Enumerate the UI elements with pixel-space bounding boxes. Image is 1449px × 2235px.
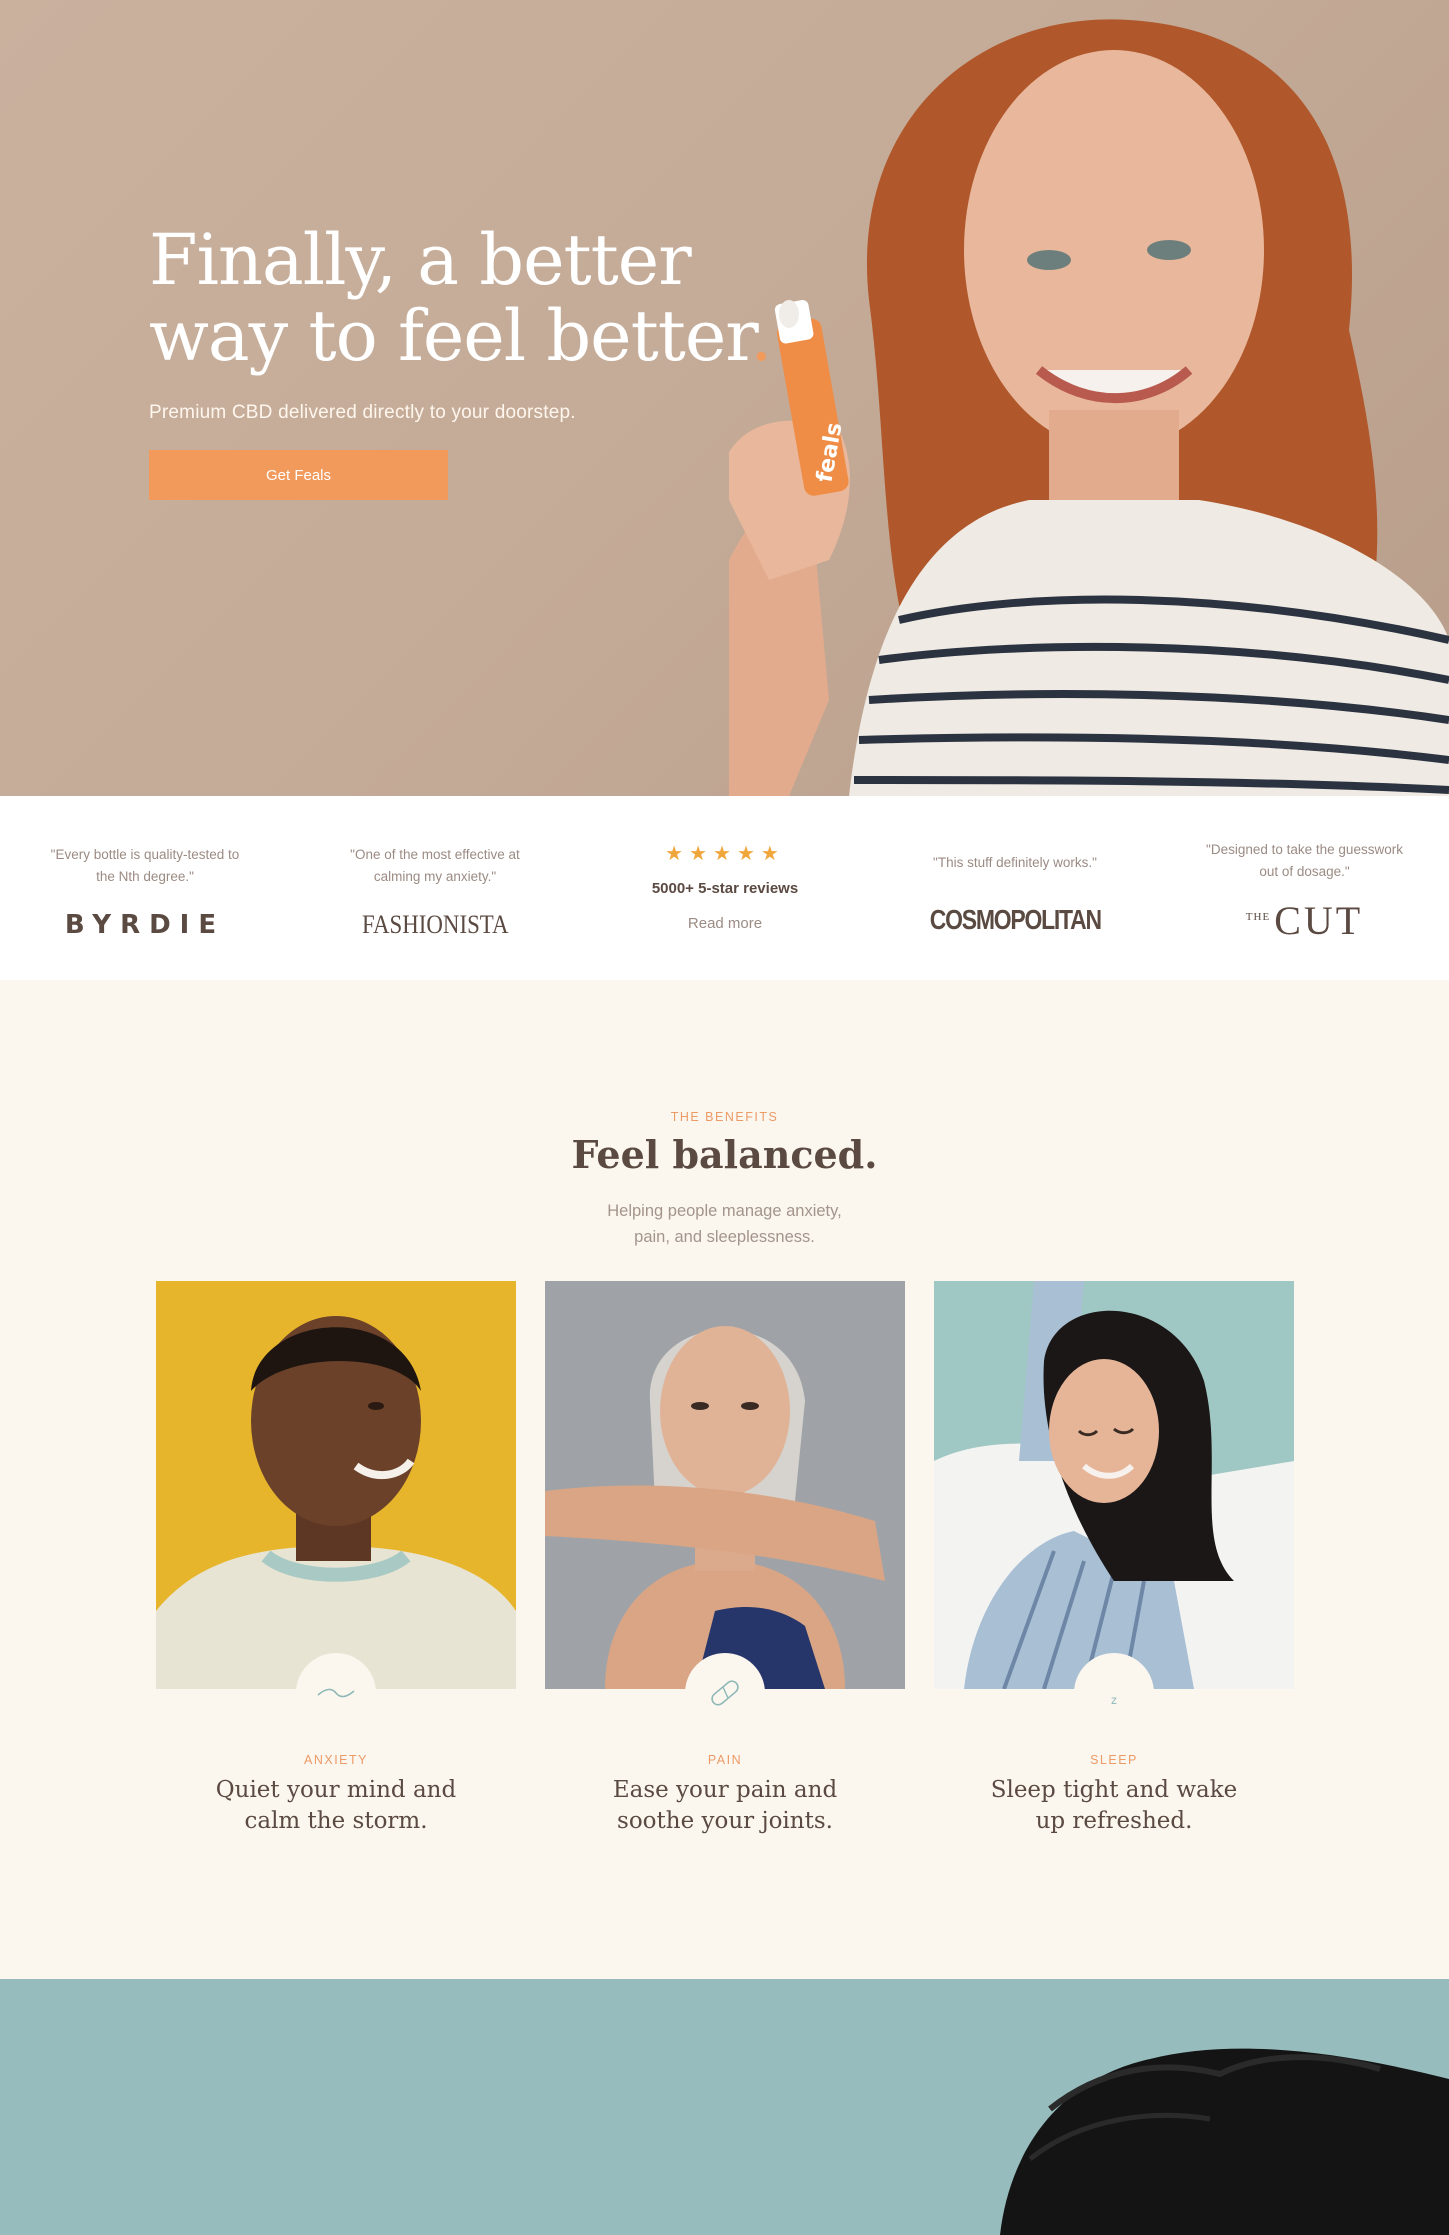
- anxiety-photo: [156, 1281, 516, 1689]
- hero-title: Finally, a better way to feel better.: [149, 222, 789, 374]
- press-item-the-cut: "Designed to take the guesswork out of d…: [1160, 796, 1449, 980]
- press-quote: "This stuff definitely works.": [933, 855, 1097, 870]
- byrdie-logo: BYRDIE: [64, 910, 226, 940]
- the-cut-logo-text: CUT: [1274, 898, 1364, 943]
- the-cut-logo-prefix: THE: [1245, 911, 1271, 923]
- next-section-teal: [0, 1979, 1449, 2235]
- sleep-text: Sleep tight and wake up refreshed.: [990, 1777, 1238, 1834]
- press-item-cosmopolitan: "This stuff definitely works." COSMOPOLI…: [870, 796, 1160, 980]
- hero-title-line1: Finally, a better: [149, 219, 692, 301]
- press-strip: "Every bottle is quality-tested to the N…: [0, 796, 1449, 980]
- press-item-fashionista: "One of the most effective at calming my…: [290, 796, 580, 980]
- hero-subtitle: Premium CBD delivered directly to your d…: [149, 402, 576, 423]
- sleep-z-icon: z: [1074, 1653, 1154, 1733]
- cosmopolitan-logo: COSMOPOLITAN: [929, 904, 1101, 935]
- model-hair-photo: [1000, 2048, 1449, 2235]
- benefits-eyebrow: THE BENEFITS: [670, 1110, 779, 1124]
- press-quote: "One of the most effective at calming my…: [350, 847, 520, 884]
- benefits-title: Feel balanced.: [571, 1132, 878, 1177]
- read-more-link[interactable]: Read more: [688, 915, 762, 932]
- press-quote: "Every bottle is quality-tested to the N…: [50, 847, 240, 884]
- pain-label: PAIN: [707, 1753, 743, 1767]
- hero-title-line2: way to feel better: [149, 295, 751, 377]
- benefit-card-pain[interactable]: PAIN Ease your pain and soothe your join…: [545, 1281, 905, 1837]
- benefits-description-line2: pain, and sleeplessness.: [634, 1228, 815, 1246]
- benefits-description: Helping people manage anxiety, pain, and…: [0, 1198, 1449, 1250]
- hero-copy: Finally, a better way to feel better. Pr…: [149, 222, 789, 500]
- anxiety-text: Quiet your mind and calm the storm.: [215, 1777, 457, 1834]
- press-item-byrdie: "Every bottle is quality-tested to the N…: [0, 796, 290, 980]
- benefits-description-line1: Helping people manage anxiety,: [607, 1202, 842, 1220]
- get-feals-button[interactable]: Get Feals: [149, 450, 448, 500]
- benefit-card-anxiety[interactable]: ANXIETY Quiet your mind and calm the sto…: [156, 1281, 516, 1837]
- review-count: 5000+ 5-star reviews: [651, 880, 799, 897]
- five-star-rating-icon: ★★★★★: [665, 843, 785, 865]
- benefit-card-sleep[interactable]: z SLEEP Sleep tight and wake up refreshe…: [934, 1281, 1294, 1837]
- bandage-icon: [685, 1653, 765, 1733]
- the-cut-logo: THE CUT: [1160, 897, 1449, 944]
- wave-icon: [296, 1653, 376, 1733]
- press-quote: "Designed to take the guesswork out of d…: [1206, 842, 1403, 879]
- fashionista-logo: FASHIONISTA: [361, 910, 509, 939]
- sleep-label: SLEEP: [1090, 1753, 1138, 1767]
- press-item-reviews: ★★★★★ 5000+ 5-star reviews Read more: [580, 796, 870, 980]
- pain-photo: [545, 1281, 905, 1689]
- hero-section: feals Finally, a better way to feel bett…: [0, 0, 1449, 796]
- hero-title-dot: .: [750, 295, 772, 377]
- anxiety-label: ANXIETY: [304, 1753, 368, 1767]
- sleep-photo: [934, 1281, 1294, 1689]
- pain-text: Ease your pain and soothe your joints.: [612, 1777, 838, 1834]
- hero-model-photo: [729, 19, 1449, 796]
- benefits-section: THE BENEFITS Feel balanced. Helping peop…: [0, 980, 1449, 1979]
- sleep-z-icon-glyph: z: [1111, 1693, 1117, 1707]
